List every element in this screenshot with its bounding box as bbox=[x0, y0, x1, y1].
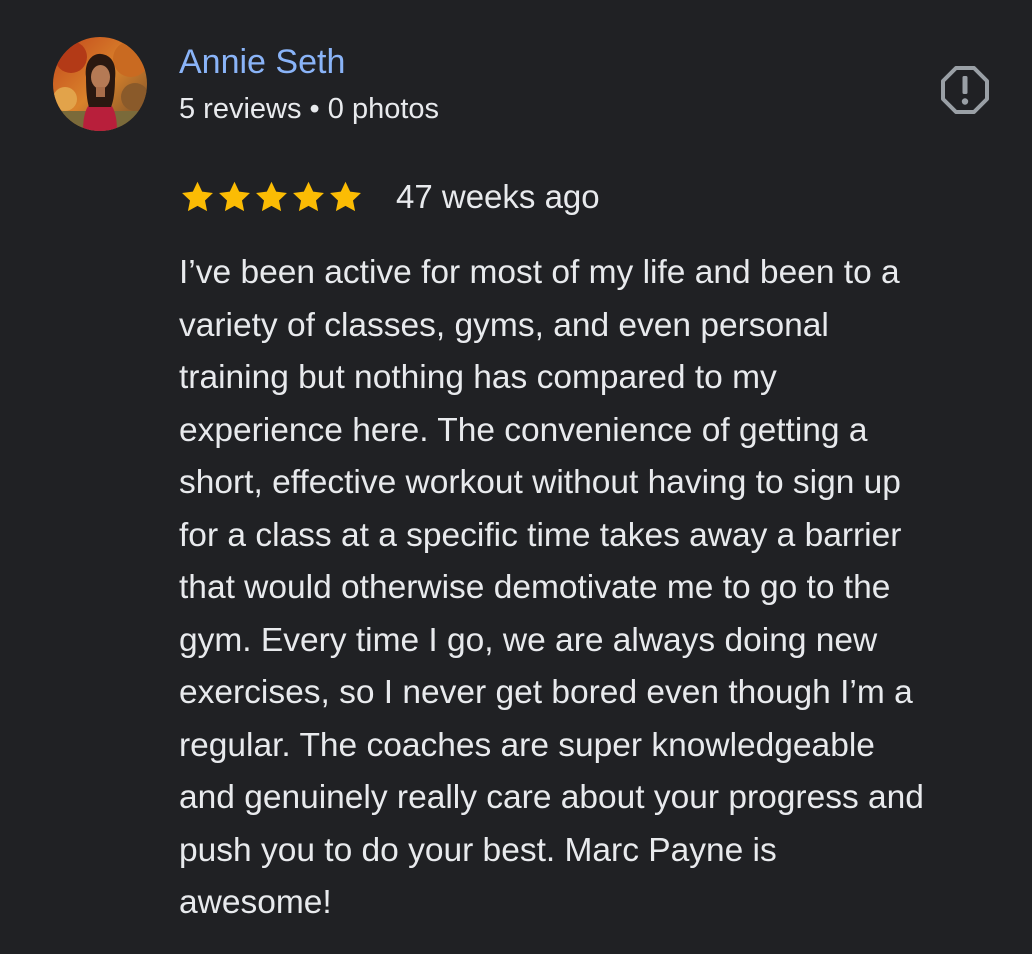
review-age: 47 weeks ago bbox=[396, 178, 600, 215]
review-card: Annie Seth 5 reviews • 0 photos 47 weeks… bbox=[0, 0, 1032, 954]
star-icon bbox=[293, 181, 324, 212]
star-icon bbox=[219, 181, 250, 212]
review-text: I’ve been active for most of my life and… bbox=[179, 254, 924, 921]
author-meta: 5 reviews • 0 photos bbox=[179, 93, 440, 125]
star-icon bbox=[330, 181, 361, 212]
star-icon bbox=[256, 181, 287, 212]
report-icon[interactable] bbox=[938, 63, 992, 117]
star-rating bbox=[179, 179, 364, 215]
author-avatar[interactable] bbox=[53, 37, 147, 131]
rating-row: 47 weeks ago bbox=[179, 175, 600, 219]
author-name-link[interactable]: Annie Seth bbox=[179, 40, 345, 84]
star-icon bbox=[182, 181, 213, 212]
